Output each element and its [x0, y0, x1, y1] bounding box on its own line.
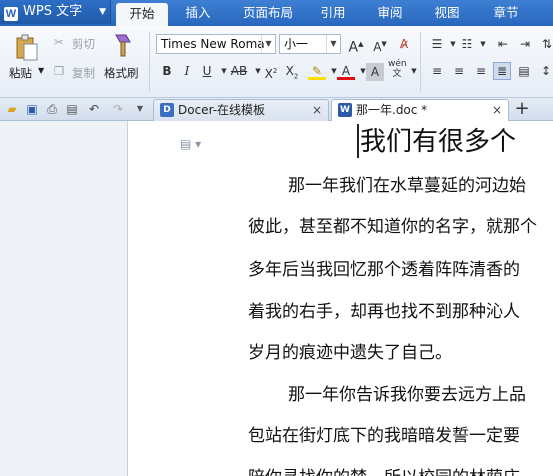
document-left-margin [0, 121, 128, 476]
tab-sections[interactable]: 章节 [484, 0, 528, 26]
highlight-icon[interactable]: ✎ [308, 62, 326, 80]
justify-icon[interactable]: ≣ [493, 62, 511, 80]
align-center-icon[interactable]: ≡ [450, 62, 468, 80]
chevron-down-icon[interactable]: ▼ [261, 35, 275, 53]
paragraph-layout-icon[interactable]: ▤ ▾ [180, 137, 201, 151]
body-line[interactable]: 包站在街灯底下的我暗暗发誓一定要 [248, 421, 520, 446]
app-name: WPS 文字 [23, 4, 83, 19]
paste-dropdown-icon[interactable]: ▼ [38, 66, 44, 75]
tab-home[interactable]: 开始 [116, 3, 168, 26]
redo-icon[interactable]: ↷ [110, 101, 126, 117]
new-tab-button[interactable]: + [514, 100, 530, 118]
document-page[interactable]: ▤ ▾ 我们有很多个 那一年我们在水草蔓延的河边始 彼此，甚至都不知道你的名字，… [128, 121, 553, 476]
strikethrough-icon[interactable]: AB [228, 62, 250, 80]
body-line[interactable]: 那一年你告诉我你要去远方上品 [288, 380, 526, 405]
body-line[interactable]: 着我的右手，却再也找不到那种沁人 [248, 297, 520, 322]
print-icon[interactable]: ⎙ [44, 101, 60, 117]
body-line[interactable]: 陪你寻找你的梦，所以校园的林荫庄 [248, 463, 520, 476]
word-doc-icon: W [338, 103, 352, 117]
chevron-down-icon: ▼ [99, 7, 106, 17]
copy-icon: ❐ [54, 64, 65, 78]
tab-references[interactable]: 引用 [312, 0, 354, 26]
body-line[interactable]: 那一年我们在水草蔓延的河边始 [288, 171, 526, 196]
tab-insert[interactable]: 插入 [176, 0, 220, 26]
cut-icon: ✂ [54, 35, 64, 49]
format-painter-icon[interactable] [110, 32, 136, 58]
line-spacing-icon[interactable]: ↕ [537, 62, 553, 80]
font-name-value: Times New Roma [161, 37, 265, 51]
font-color-icon[interactable]: A [337, 62, 355, 80]
font-size-select[interactable]: 小一 ▼ [279, 34, 341, 54]
app-menu-button[interactable]: W WPS 文字 ▼ [0, 0, 111, 24]
font-size-value: 小一 [284, 37, 309, 51]
tab-review[interactable]: 审阅 [368, 0, 412, 26]
tab-document[interactable]: W 那一年.doc * × [331, 99, 509, 121]
quick-access-dropdown-icon[interactable]: ▼ [132, 101, 148, 117]
format-painter-button[interactable]: 格式刷 [104, 65, 139, 81]
tab-label: Docer-在线模板 [178, 103, 266, 117]
document-title-line[interactable]: 我们有很多个 [360, 121, 516, 158]
pinyin-icon[interactable]: wén 文 [388, 59, 407, 79]
print-preview-icon[interactable]: ▤ [64, 101, 80, 117]
underline-icon[interactable]: U [198, 62, 216, 80]
document-tab-bar: ▰ ▣ ⎙ ▤ ↶ ↷ ▼ D Docer-在线模板 × W 那一年.doc *… [0, 98, 553, 121]
chevron-down-icon[interactable]: ▼ [326, 35, 340, 53]
undo-icon[interactable]: ↶ [86, 101, 102, 117]
text-cursor [357, 124, 359, 158]
char-shading-icon[interactable]: A [366, 63, 384, 81]
font-name-select[interactable]: Times New Roma ▼ [156, 34, 276, 54]
shrink-font-icon[interactable]: A▼ [371, 35, 389, 54]
paste-button[interactable]: 粘贴 [9, 65, 32, 81]
body-line[interactable]: 彼此，甚至都不知道你的名字，就那个 [248, 212, 537, 237]
subscript-icon[interactable]: X2 [283, 62, 301, 80]
tab-label: 那一年.doc * [356, 103, 428, 117]
wps-logo-icon: W [4, 7, 18, 21]
sort-icon[interactable]: ⇅ [538, 35, 553, 53]
menu-bar: W WPS 文字 ▼ 开始 插入 页面布局 引用 审阅 视图 章节 [0, 0, 553, 26]
docer-icon: D [160, 103, 174, 117]
body-line[interactable]: 岁月的痕迹中遗失了自己。 [248, 338, 452, 363]
decrease-indent-icon[interactable]: ⇤ [494, 35, 512, 53]
grow-font-icon[interactable]: A▲ [347, 35, 365, 56]
align-left-icon[interactable]: ≡ [428, 62, 446, 80]
increase-indent-icon[interactable]: ⇥ [516, 35, 534, 53]
tab-docer-templates[interactable]: D Docer-在线模板 × [153, 99, 329, 121]
open-folder-icon[interactable]: ▰ [4, 101, 20, 117]
paste-icon[interactable] [14, 34, 40, 61]
close-icon[interactable]: × [312, 100, 322, 120]
save-icon[interactable]: ▣ [24, 101, 40, 117]
cut-button[interactable]: 剪切 [72, 36, 95, 52]
body-line[interactable]: 多年后当我回忆那个透着阵阵清香的 [248, 255, 520, 280]
distributed-align-icon[interactable]: ▤ [515, 62, 533, 80]
italic-icon[interactable]: I [178, 62, 196, 80]
ribbon: 粘贴 ▼ ✂ 剪切 ❐ 复制 格式刷 Times New Roma ▼ 小一 ▼… [0, 26, 553, 98]
tab-view[interactable]: 视图 [426, 0, 468, 26]
bold-icon[interactable]: B [158, 62, 176, 80]
copy-button[interactable]: 复制 [72, 65, 95, 81]
divider [149, 32, 150, 92]
clear-format-icon[interactable]: A̷ [395, 35, 413, 53]
chevron-down-icon[interactable]: ▼ [474, 35, 492, 53]
divider [420, 32, 421, 92]
align-right-icon[interactable]: ≡ [472, 62, 490, 80]
close-icon[interactable]: × [492, 100, 502, 120]
tab-page-layout[interactable]: 页面布局 [236, 0, 300, 26]
superscript-icon[interactable]: X2 [262, 62, 280, 81]
